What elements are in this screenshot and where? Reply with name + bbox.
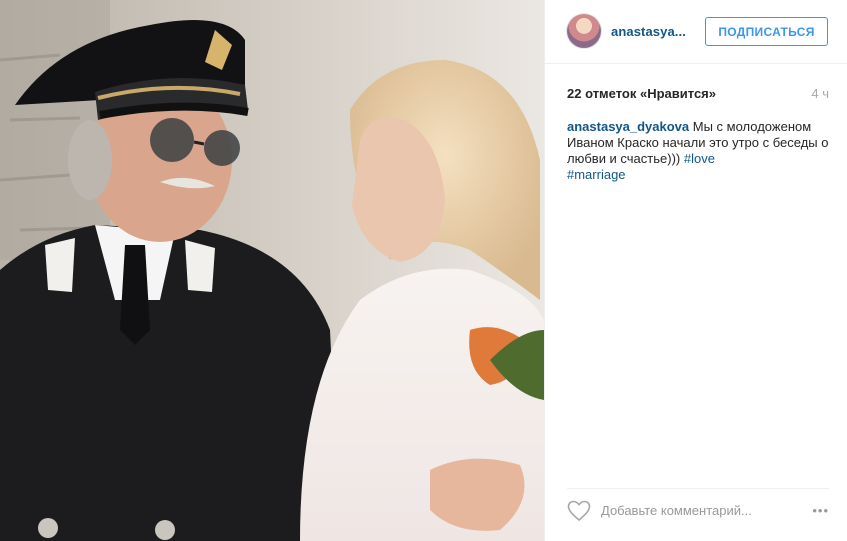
photo-image xyxy=(0,0,544,541)
post-caption: anastasya_dyakova Мы с молодоженом Ивано… xyxy=(567,119,829,183)
heart-outline-icon[interactable] xyxy=(567,500,591,522)
avatar[interactable] xyxy=(567,14,601,48)
username-link[interactable]: anastasya... xyxy=(611,24,686,39)
follow-button[interactable]: ПОДПИСАТЬСЯ xyxy=(705,17,828,46)
caption-username-link[interactable]: anastasya_dyakova xyxy=(567,119,689,134)
instagram-post: anastasya... ПОДПИСАТЬСЯ 22 отметок «Нра… xyxy=(0,0,847,541)
ellipsis-icon[interactable]: ••• xyxy=(812,503,829,518)
comment-bar: ••• xyxy=(567,488,829,532)
hashtag-marriage-link[interactable]: #marriage xyxy=(567,167,626,182)
post-side-panel: anastasya... ПОДПИСАТЬСЯ 22 отметок «Нра… xyxy=(544,0,847,541)
hashtag-love-link[interactable]: #love xyxy=(684,151,715,166)
post-photo[interactable] xyxy=(0,0,544,541)
likes-row: 22 отметок «Нравится» 4 ч xyxy=(567,86,829,101)
post-header: anastasya... ПОДПИСАТЬСЯ xyxy=(545,0,847,64)
post-time[interactable]: 4 ч xyxy=(811,86,829,101)
likes-count[interactable]: 22 отметок «Нравится» xyxy=(567,86,716,101)
comment-input[interactable] xyxy=(601,503,791,518)
